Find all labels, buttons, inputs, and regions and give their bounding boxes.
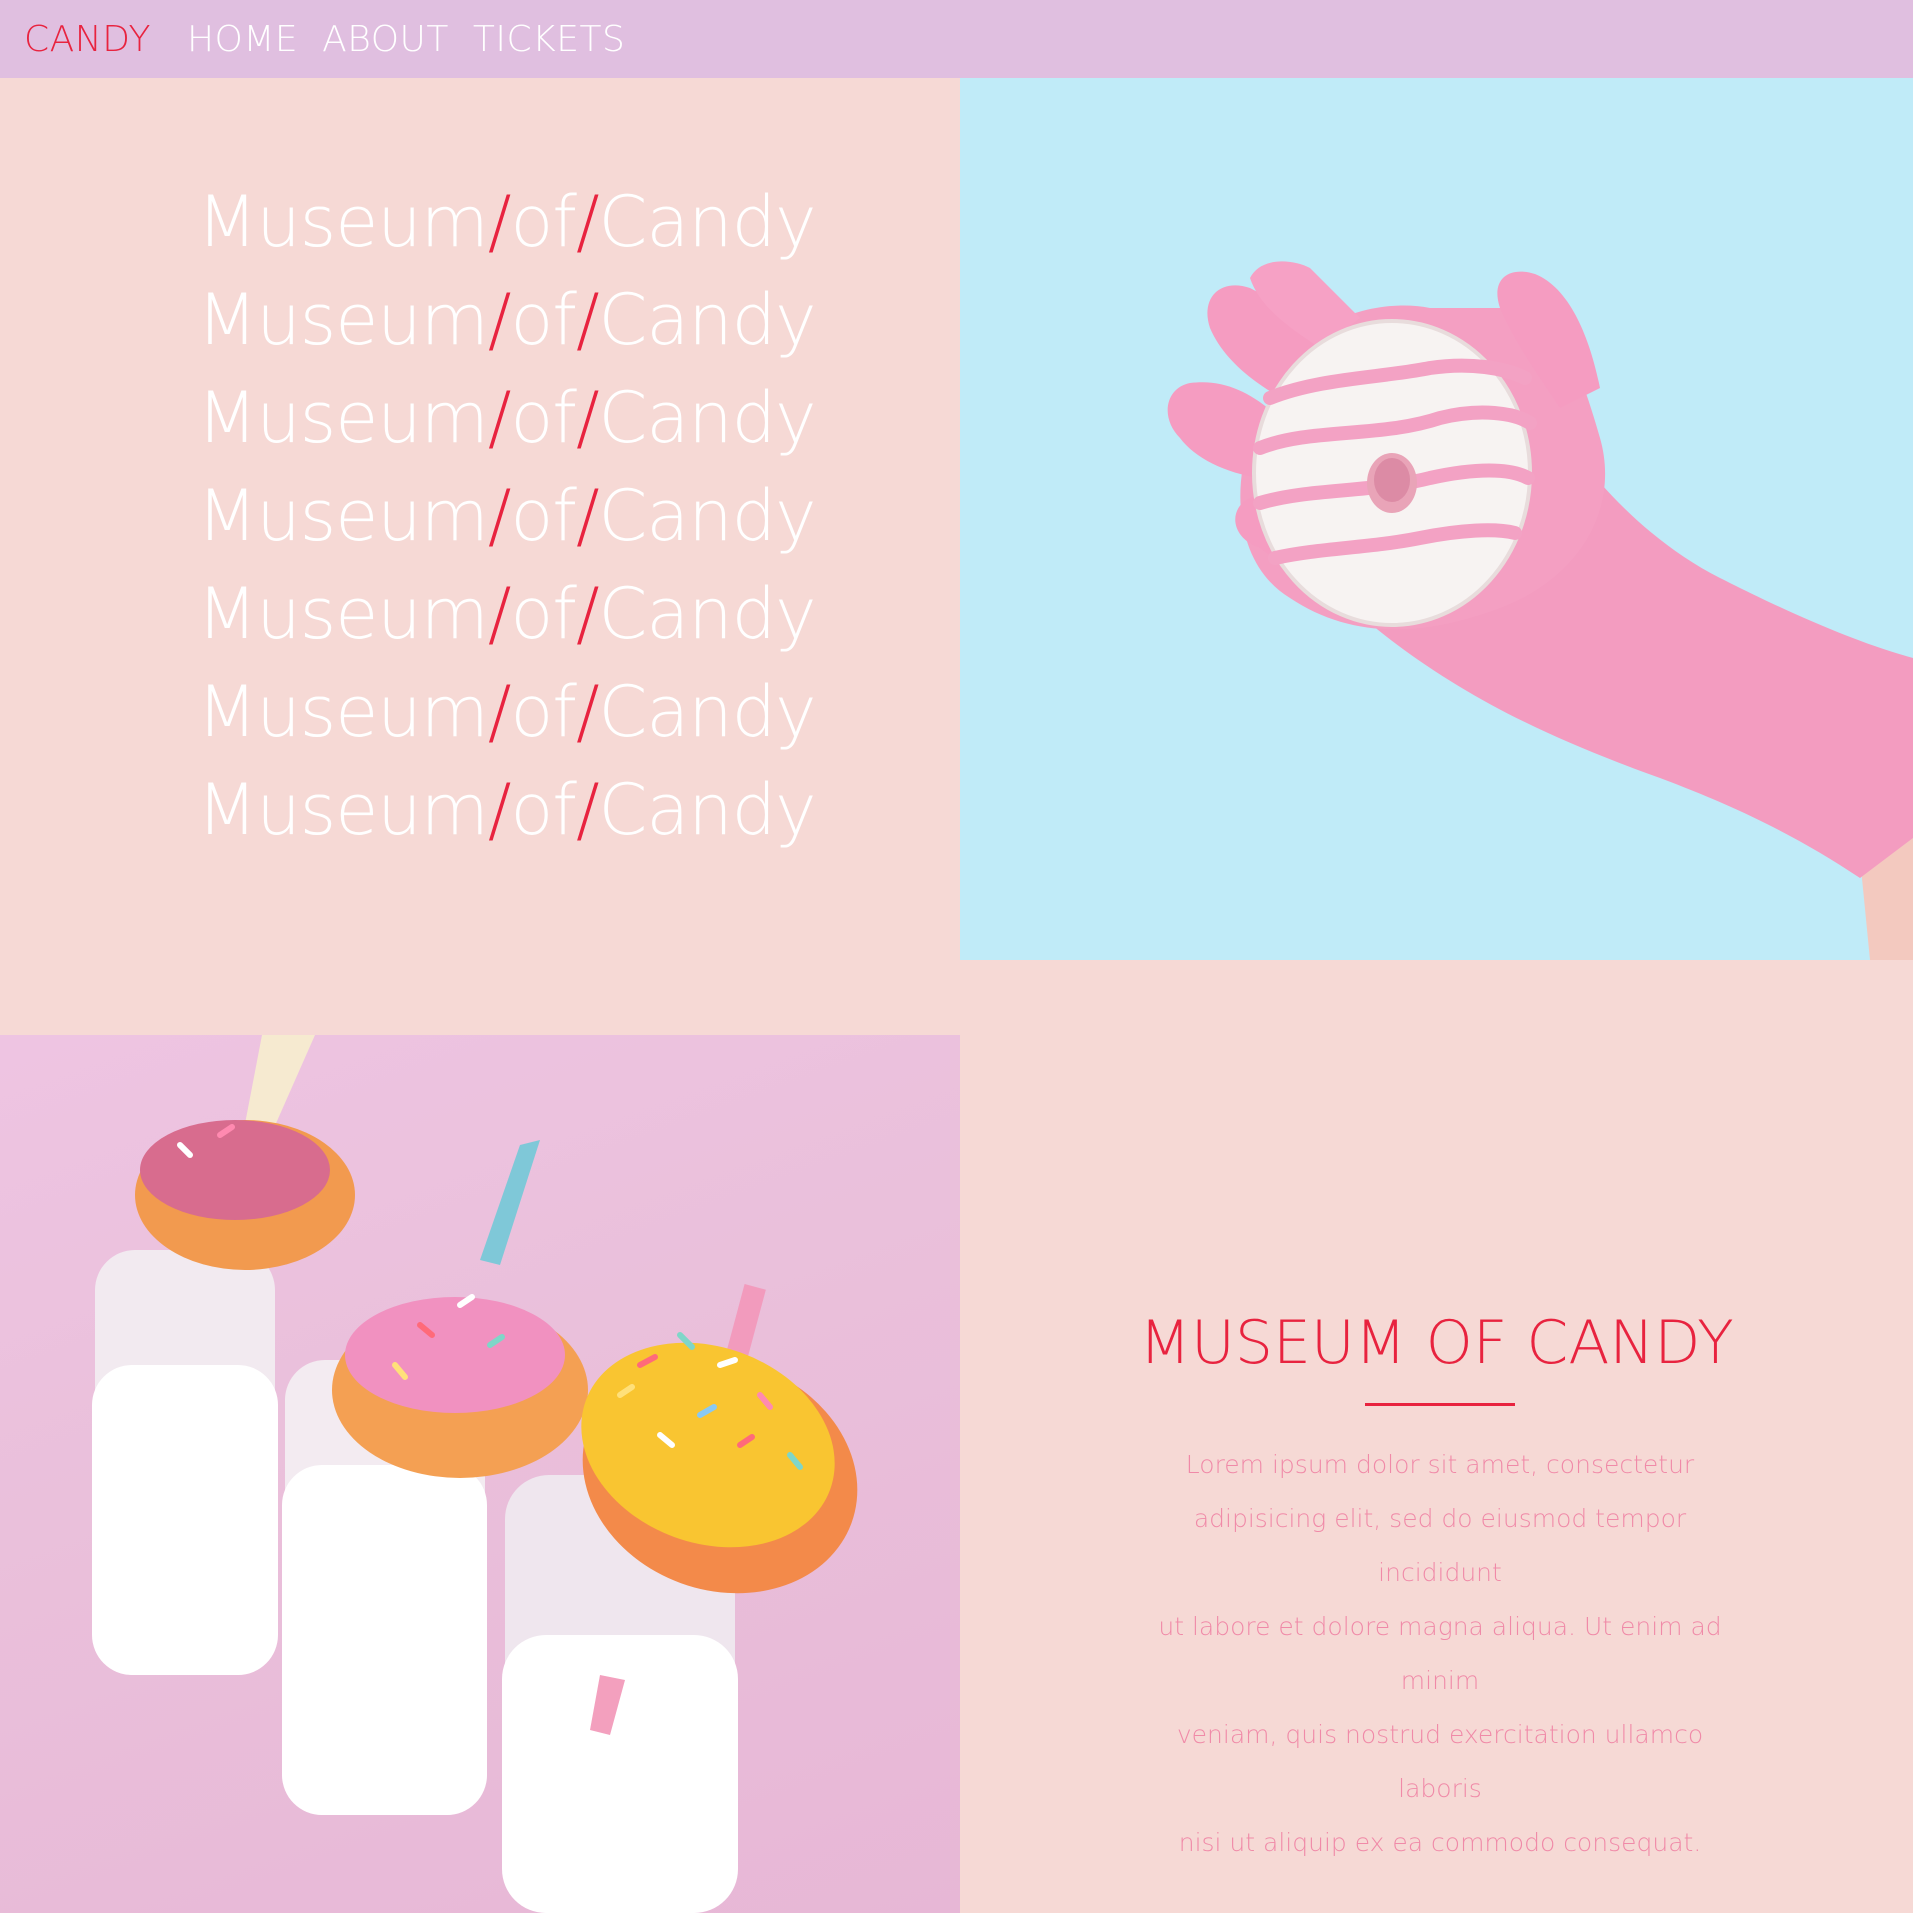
title-slash: / bbox=[575, 181, 600, 263]
title-slash: / bbox=[575, 279, 600, 361]
title-slash: / bbox=[575, 769, 600, 851]
milk-donut-photo bbox=[0, 1035, 960, 1913]
about-body-line: ut labore et dolore magna aliqua. Ut eni… bbox=[1158, 1612, 1722, 1695]
title-word-of: of bbox=[510, 279, 576, 361]
page: CANDY HOME ABOUT TICKETS Museum/of/Candy… bbox=[0, 0, 1913, 1913]
title-word-museum: Museum bbox=[197, 377, 489, 459]
repeated-title-line: Museum/of/Candy bbox=[197, 467, 817, 565]
title-slash: / bbox=[487, 671, 512, 753]
title-word-candy: Candy bbox=[598, 769, 817, 851]
about-body-line: veniam, quis nostrud exercitation ullamc… bbox=[1176, 1720, 1704, 1803]
title-word-candy: Candy bbox=[598, 181, 817, 263]
repeated-title-line: Museum/of/Candy bbox=[197, 761, 817, 859]
title-word-of: of bbox=[510, 377, 576, 459]
title-word-candy: Candy bbox=[598, 671, 817, 753]
title-underline-divider bbox=[1365, 1403, 1515, 1406]
brand-logo-link[interactable]: CANDY bbox=[24, 19, 151, 60]
glove-donut-photo bbox=[960, 78, 1913, 960]
title-word-of: of bbox=[510, 475, 576, 557]
title-word-museum: Museum bbox=[197, 573, 489, 655]
about-body-line: Lorem ipsum dolor sit amet, consectetur bbox=[1185, 1450, 1695, 1479]
title-slash: / bbox=[487, 279, 512, 361]
title-slash: / bbox=[487, 769, 512, 851]
about-body-line: adipisicing elit, sed do eiusmod tempor … bbox=[1193, 1504, 1687, 1587]
title-slash: / bbox=[487, 377, 512, 459]
title-word-museum: Museum bbox=[197, 769, 489, 851]
repeated-title-list: Museum/of/Candy Museum/of/Candy Museum/o… bbox=[197, 173, 817, 859]
title-word-of: of bbox=[510, 769, 576, 851]
about-title: MUSEUM OF CANDY bbox=[1139, 1308, 1734, 1378]
about-body-line: nisi ut aliquip ex ea commodo consequat. bbox=[1178, 1828, 1702, 1857]
title-word-of: of bbox=[510, 181, 576, 263]
title-word-museum: Museum bbox=[197, 671, 489, 753]
title-word-museum: Museum bbox=[197, 181, 489, 263]
glove-donut-illustration bbox=[1167, 261, 1913, 960]
title-slash: / bbox=[575, 475, 600, 557]
title-slash: / bbox=[487, 181, 512, 263]
repeated-title-line: Museum/of/Candy bbox=[197, 565, 817, 663]
title-word-candy: Candy bbox=[598, 573, 817, 655]
top-nav: CANDY HOME ABOUT TICKETS bbox=[0, 0, 1913, 78]
title-slash: / bbox=[575, 573, 600, 655]
title-word-museum: Museum bbox=[197, 279, 489, 361]
title-slash: / bbox=[575, 671, 600, 753]
milk-donut-illustration bbox=[92, 1035, 858, 1913]
about-body-text: Lorem ipsum dolor sit amet, consectetur … bbox=[1140, 1438, 1740, 1870]
nav-link-tickets[interactable]: TICKETS bbox=[473, 19, 625, 60]
repeated-title-line: Museum/of/Candy bbox=[197, 271, 817, 369]
repeated-title-line: Museum/of/Candy bbox=[197, 173, 817, 271]
title-word-of: of bbox=[510, 573, 576, 655]
title-word-candy: Candy bbox=[598, 377, 817, 459]
repeated-title-line: Museum/of/Candy bbox=[197, 369, 817, 467]
title-word-museum: Museum bbox=[197, 475, 489, 557]
title-word-candy: Candy bbox=[598, 279, 817, 361]
title-word-of: of bbox=[510, 671, 576, 753]
nav-link-home[interactable]: HOME bbox=[187, 19, 298, 60]
title-word-candy: Candy bbox=[598, 475, 817, 557]
repeated-title-line: Museum/of/Candy bbox=[197, 663, 817, 761]
about-section: MUSEUM OF CANDY Lorem ipsum dolor sit am… bbox=[960, 960, 1913, 1913]
hero-text-panel: Museum/of/Candy Museum/of/Candy Museum/o… bbox=[0, 78, 960, 960]
nav-link-about[interactable]: ABOUT bbox=[322, 19, 449, 60]
title-slash: / bbox=[487, 475, 512, 557]
title-slash: / bbox=[487, 573, 512, 655]
title-slash: / bbox=[575, 377, 600, 459]
